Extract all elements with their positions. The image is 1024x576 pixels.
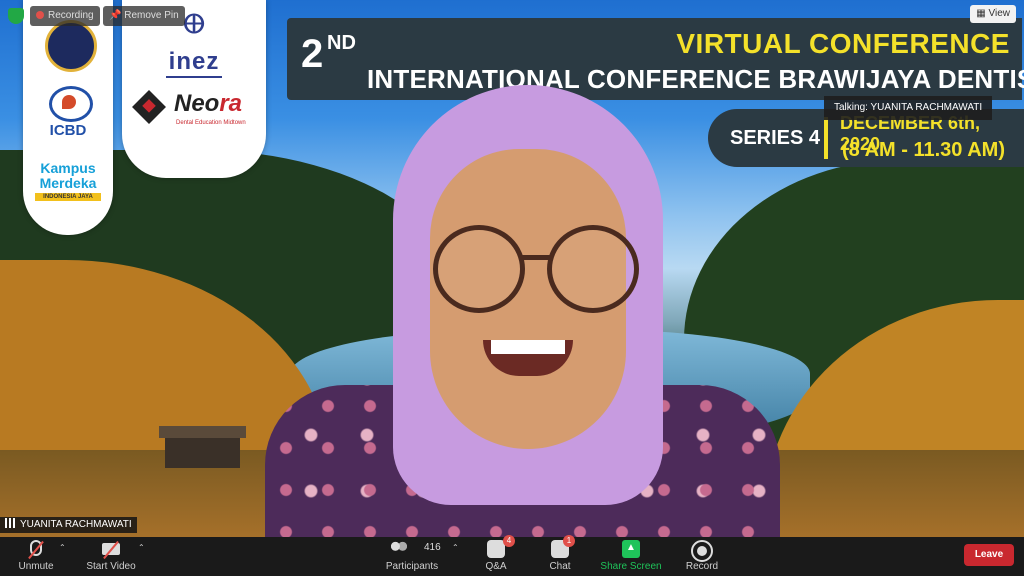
kampus-merdeka-logo-line1: Kampus bbox=[40, 160, 96, 176]
series-time: (8 AM - 11.30 AM) bbox=[842, 139, 1005, 161]
signal-strength-icon bbox=[5, 518, 17, 528]
participants-label: Participants bbox=[385, 561, 439, 572]
sponsor-logo-panel-right: ⴲ inez Neora Dental Education Midtown bbox=[122, 0, 266, 178]
banner-number: 2 bbox=[301, 32, 324, 76]
participants-icon bbox=[390, 540, 409, 558]
inez-logo: inez bbox=[168, 48, 220, 75]
remove-pin-button[interactable]: 📌 Remove Pin bbox=[103, 6, 185, 26]
recording-dot-icon bbox=[36, 11, 44, 20]
participants-count: 416 bbox=[424, 542, 441, 553]
video-stage: ICBD Kampus Merdeka INDONESIA JAYA ⴲ ine… bbox=[0, 0, 1024, 537]
video-options-chevron-icon[interactable]: ⌃ bbox=[138, 543, 145, 552]
view-grid-icon: ▦ bbox=[976, 8, 989, 19]
glasses-bridge bbox=[521, 255, 551, 260]
neora-cube-icon bbox=[132, 90, 166, 124]
speaker-video bbox=[265, 85, 780, 537]
record-icon bbox=[691, 540, 713, 562]
university-seal-logo bbox=[45, 20, 97, 72]
neora-logo-accent: ra bbox=[219, 90, 243, 117]
leave-button[interactable]: Leave bbox=[964, 544, 1014, 566]
view-label: View bbox=[988, 8, 1011, 19]
pin-icon: 📌 bbox=[109, 10, 125, 21]
qa-label: Q&A bbox=[485, 561, 507, 572]
qa-button[interactable]: 4 Q&A bbox=[476, 535, 516, 576]
share-screen-button[interactable]: Share Screen bbox=[598, 537, 664, 576]
meeting-toolbar: Unmute ⌃ Start Video ⌃ 416 Participants … bbox=[0, 535, 1024, 576]
chat-button[interactable]: 1 Chat bbox=[540, 535, 580, 576]
inez-underline bbox=[166, 76, 222, 78]
chat-badge: 1 bbox=[563, 535, 575, 547]
icbd-logo-mark bbox=[49, 86, 93, 122]
share-screen-label: Share Screen bbox=[600, 561, 662, 572]
view-button[interactable]: ▦ View bbox=[970, 5, 1016, 23]
recording-indicator[interactable]: Recording bbox=[30, 6, 100, 26]
share-screen-icon bbox=[622, 540, 640, 558]
recording-label: Recording bbox=[48, 10, 94, 21]
kampus-merdeka-logo-line2: Merdeka bbox=[39, 175, 97, 191]
unmute-label: Unmute bbox=[18, 561, 54, 572]
glasses-right-lens bbox=[547, 225, 639, 313]
audio-options-chevron-icon[interactable]: ⌃ bbox=[59, 543, 66, 552]
sponsor-logo-panel-left: ICBD Kampus Merdeka INDONESIA JAYA bbox=[23, 0, 113, 235]
start-video-label: Start Video bbox=[86, 561, 136, 572]
participants-button[interactable]: 416 Participants bbox=[380, 537, 444, 576]
start-video-button[interactable]: Start Video bbox=[80, 537, 142, 576]
talking-indicator: Talking: YUANITA RACHMAWATI bbox=[824, 96, 993, 120]
kampus-merdeka-logo-line3: INDONESIA JAYA bbox=[35, 193, 101, 201]
chat-label: Chat bbox=[549, 561, 571, 572]
series-divider bbox=[824, 117, 828, 159]
icbd-logo-text: ICBD bbox=[49, 122, 87, 139]
neora-logo-main: Neo bbox=[174, 90, 220, 117]
neora-logo: Neora bbox=[174, 90, 242, 118]
speaker-name-tag: YUANITA RACHMAWATI bbox=[0, 517, 137, 533]
unmute-button[interactable]: Unmute bbox=[10, 537, 62, 576]
record-label: Record bbox=[685, 561, 719, 572]
glasses-left-lens bbox=[433, 225, 525, 313]
record-button[interactable]: Record bbox=[682, 537, 722, 576]
remove-pin-label: Remove Pin bbox=[124, 10, 179, 21]
qa-badge: 4 bbox=[503, 535, 515, 547]
neora-logo-subtitle: Dental Education Midtown bbox=[176, 120, 246, 126]
speaker-name: YUANITA RACHMAWATI bbox=[20, 519, 132, 530]
banner-ordinal-suffix: ND bbox=[327, 32, 356, 54]
participants-options-chevron-icon[interactable]: ⌃ bbox=[452, 543, 459, 552]
background-cabin bbox=[159, 426, 246, 468]
security-shield-icon[interactable] bbox=[8, 8, 24, 24]
banner-virtual-conference: VIRTUAL CONFERENCE bbox=[676, 28, 1010, 59]
